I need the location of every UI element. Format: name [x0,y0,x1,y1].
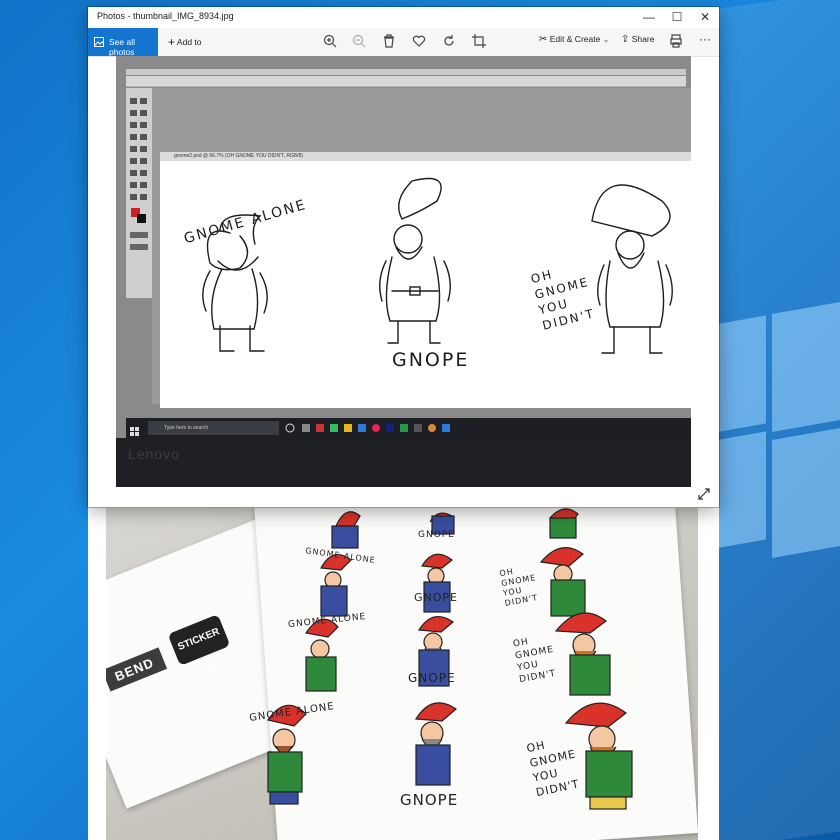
edit-create-button[interactable]: ✂ Edit & Create ⌄ [539,34,609,45]
photos-toolbar: See all photos + Add to ✂ Edit & Create … [88,28,719,57]
sticker-sheet-photo[interactable]: BEND STICKER YOU GNOME ALONE GNOME ALONE… [106,508,698,840]
ps-options-bar [126,76,686,87]
zoom-in-icon[interactable] [322,33,338,49]
edit-create-icon: ✂ [539,34,548,45]
sticker-text-gnope-2: GNOPE [414,591,458,604]
sticker-text-oh-gnome-1: OH GNOME YOU DIDN'T [498,566,539,608]
delete-icon[interactable] [381,33,397,49]
see-all-photos-label: See all photos [109,37,135,57]
more-options-button[interactable]: ··· [699,32,711,46]
monitor-taskbar: Type here to search [126,418,691,438]
add-to-button[interactable]: + Add to [168,34,202,49]
monitor-search-box: Type here to search [148,421,279,435]
sticker-text-gnope-3: GNOPE [408,671,456,685]
windows-logo [700,300,840,630]
taskbar-app-icons [285,423,450,433]
edit-create-label: Edit & Create [549,34,601,44]
lenovo-logo: Lenovo [128,446,180,462]
close-button[interactable]: ✕ [691,7,719,28]
title-bar: Photos - thumbnail_IMG_8934.jpg — ☐ ✕ [88,7,719,29]
rotate-icon[interactable] [441,33,457,49]
ps-tool-icons [130,98,148,250]
print-icon[interactable] [668,33,684,49]
ps-menubar [126,69,686,75]
add-to-label: Add to [176,37,202,47]
zoom-out-icon[interactable] [351,33,367,49]
minimize-button[interactable]: — [635,7,663,28]
sticker-text-oh-gnome-2: OH GNOME YOU DIDN'T [512,637,557,686]
sticker-text-gnope-1: GNOPE [418,530,455,540]
windows-start-icon [130,423,139,436]
plus-icon: + [168,35,176,49]
monitor-bezel: Lenovo [116,438,691,487]
photos-icon [94,37,104,47]
share-button[interactable]: ⇪ Share [621,34,654,45]
expand-icon[interactable] [697,487,711,501]
maximize-button[interactable]: ☐ [663,7,691,28]
second-photo-window: BEND STICKER YOU GNOME ALONE GNOME ALONE… [88,505,719,840]
ps-document-tab: gnome2.psd @ 66.7% (OH GNOME YOU DIDN'T,… [160,152,691,161]
heart-icon[interactable] [411,33,427,49]
ps-toolbox [126,88,152,298]
sticker-text-gnope-4: GNOPE [400,791,459,809]
ps-canvas-area: gnome2.psd @ 66.7% (OH GNOME YOU DIDN'T,… [152,88,691,408]
see-all-photos-button[interactable]: See all photos [88,28,158,57]
ps-document: gnome2.psd @ 66.7% (OH GNOME YOU DIDN'T,… [160,152,691,408]
share-icon: ⇪ [621,34,630,45]
chevron-down-icon: ⌄ [602,35,610,44]
crop-icon[interactable] [471,33,487,49]
share-label: Share [631,34,655,44]
monitor-screen: gnome2.psd @ 66.7% (OH GNOME YOU DIDN'T,… [116,56,691,438]
photos-app-window: Photos - thumbnail_IMG_8934.jpg — ☐ ✕ Se… [88,7,719,507]
photoshop-monitor-photo[interactable]: gnome2.psd @ 66.7% (OH GNOME YOU DIDN'T,… [116,56,691,487]
window-title: Photos - thumbnail_IMG_8934.jpg [97,11,234,21]
text-gnope: GNOPE [392,349,470,371]
